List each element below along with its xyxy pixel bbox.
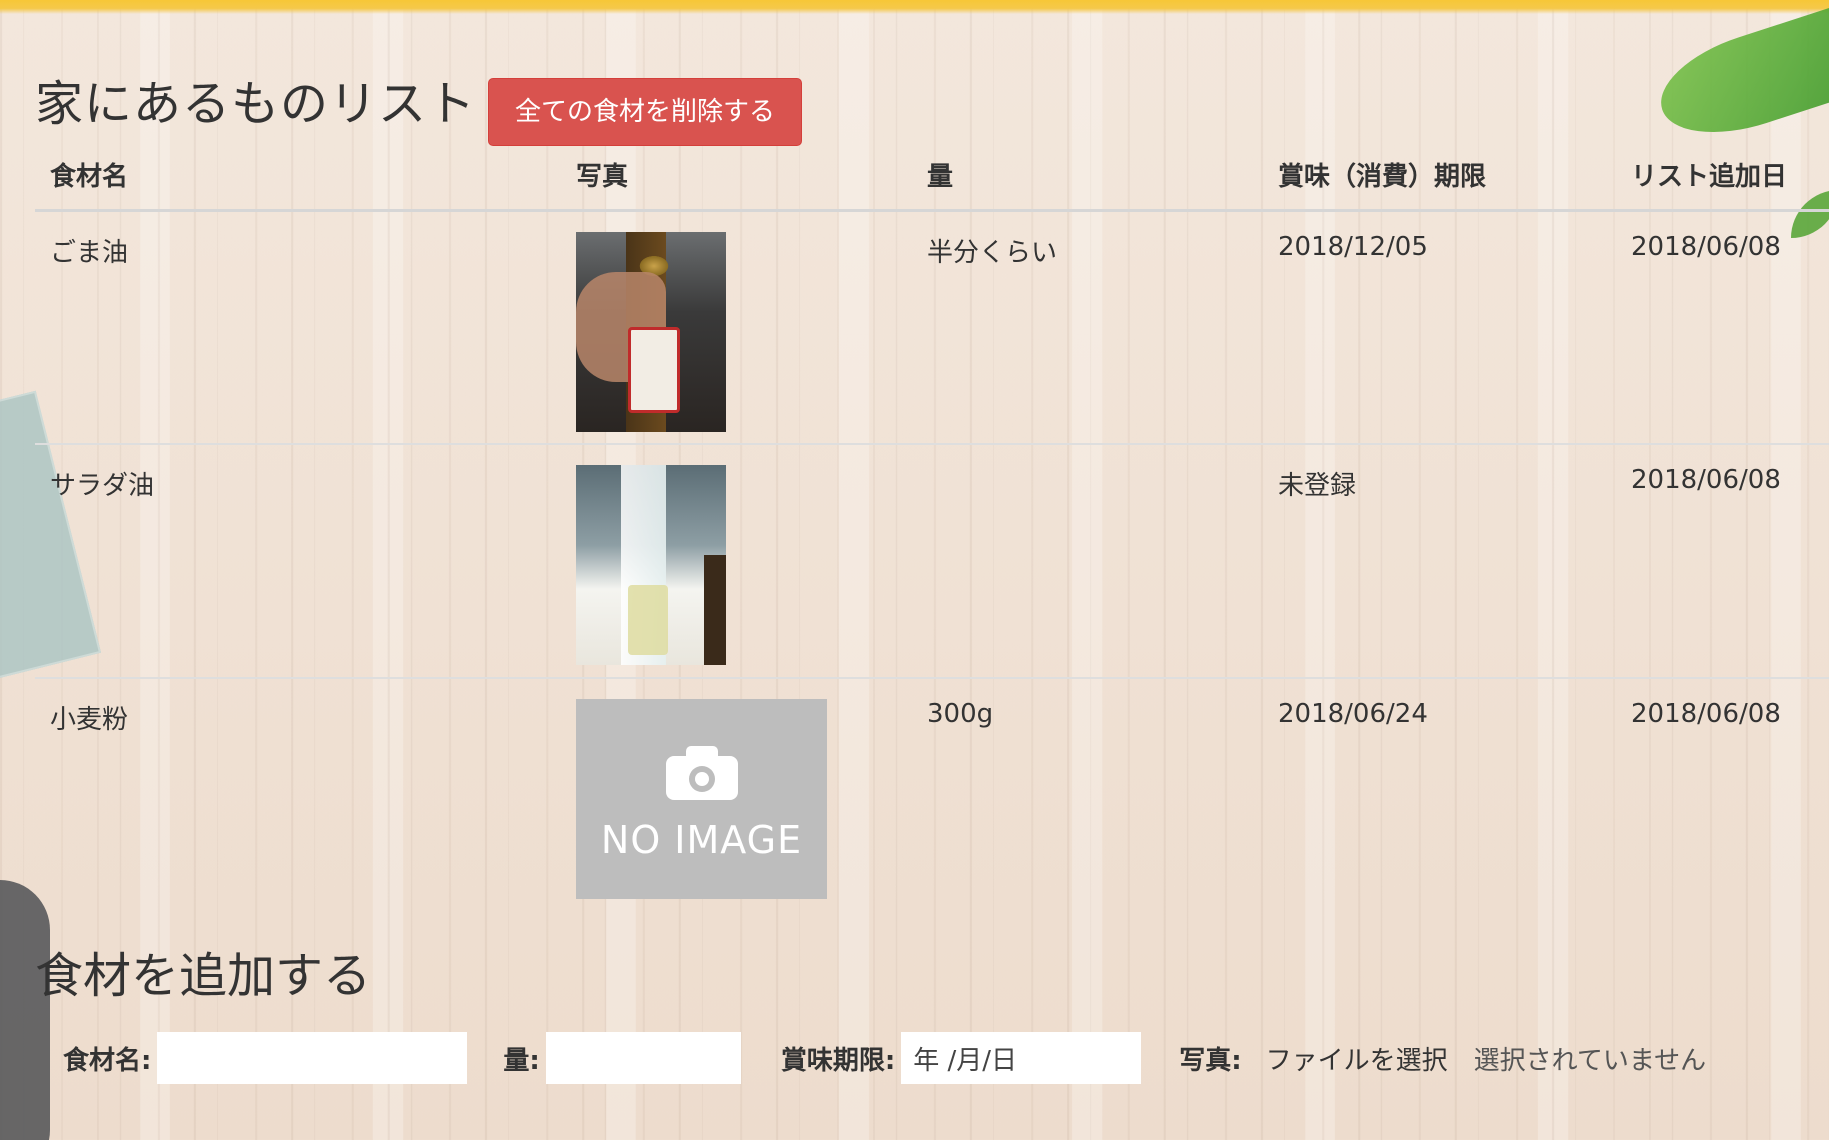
cell-name: 小麦粉: [35, 677, 561, 912]
cell-quantity: [912, 443, 1263, 678]
cell-expiry: 2018/06/24: [1263, 677, 1616, 912]
add-food-form: 食材名: 量: 賞味期限: 年 /月/日 写真: ファイルを選択 選択されていま…: [63, 1032, 1706, 1084]
expiry-date-input[interactable]: 年 /月/日: [901, 1032, 1142, 1084]
pan-decoration: [0, 880, 50, 1140]
header-photo: 写真: [561, 140, 912, 212]
photo-label: 写真:: [1179, 1045, 1242, 1076]
cell-photo: [561, 443, 912, 678]
cell-added: 2018/06/08: [1616, 443, 1829, 678]
table-row: ごま油 半分くらい 2018/12/05 2018/06/08: [35, 210, 1829, 444]
no-image-text: NO IMAGE: [600, 818, 803, 862]
name-label: 食材名:: [63, 1045, 152, 1076]
header-quantity: 量: [912, 140, 1263, 212]
cell-added: 2018/06/08: [1616, 677, 1829, 912]
cell-photo: NO IMAGE: [561, 677, 912, 912]
food-photo[interactable]: [576, 465, 726, 665]
camera-icon: [665, 746, 738, 800]
cell-name: ごま油: [50, 237, 129, 268]
cell-quantity: 半分くらい: [927, 237, 1058, 268]
leaf-decoration: [1648, 8, 1829, 153]
file-status-text: 選択されていません: [1473, 1045, 1707, 1076]
table-row: 小麦粉 NO IMAGE 300g 2018/06/24 2018/06/08: [35, 677, 1829, 912]
table-row: サラダ油 未登録 2018/06/08: [35, 443, 1829, 678]
header-expiry: 賞味（消費）期限: [1263, 140, 1616, 212]
cell-expiry: 2018/12/05: [1278, 231, 1428, 262]
cell-expiry: 未登録: [1263, 443, 1616, 678]
date-placeholder: 年 /月/日: [913, 1045, 1018, 1076]
page-title: 家にあるものリスト: [35, 76, 477, 132]
cell-added: 2018/06/08: [1631, 231, 1781, 262]
quantity-label: 量:: [503, 1045, 540, 1076]
cell-name: サラダ油: [35, 443, 561, 678]
expiry-label: 賞味期限:: [780, 1045, 896, 1076]
cell-photo: [561, 210, 912, 444]
choose-file-button[interactable]: ファイルを選択: [1266, 1040, 1448, 1077]
quantity-input[interactable]: [545, 1032, 741, 1084]
cell-quantity: 300g: [912, 677, 1263, 912]
table-header-row: 食材名 写真 量 賞味（消費）期限 リスト追加日: [35, 140, 1829, 212]
food-table: 食材名 写真 量 賞味（消費）期限 リスト追加日 ごま油 半分くらい 2018/…: [35, 140, 1829, 912]
add-food-title: 食材を追加する: [35, 948, 372, 1004]
delete-all-button[interactable]: 全ての食材を削除する: [488, 78, 803, 146]
header-added: リスト追加日: [1616, 140, 1829, 212]
title-row: 家にあるものリスト 全ての食材を削除する: [35, 62, 803, 146]
no-image-placeholder[interactable]: NO IMAGE: [576, 699, 827, 899]
food-photo[interactable]: [576, 231, 726, 432]
food-name-input[interactable]: [157, 1032, 468, 1084]
top-accent-bar: [0, 0, 1829, 14]
header-name: 食材名: [35, 140, 561, 212]
